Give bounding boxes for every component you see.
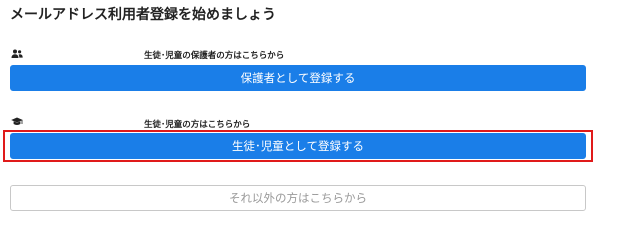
- register-as-guardian-button[interactable]: 保護者として登録する: [10, 65, 586, 91]
- guardian-section-label: 生徒･児童の保護者の方はこちらから: [144, 51, 285, 61]
- graduation-cap-icon: [11, 117, 23, 125]
- page-title: メールアドレス利用者登録を始めましょう: [10, 7, 276, 23]
- register-as-student-button[interactable]: 生徒･児童として登録する: [10, 133, 586, 159]
- registration-page: メールアドレス利用者登録を始めましょう 生徒･児童の保護者の方はこちらから 保護…: [0, 0, 632, 223]
- users-icon: [11, 49, 23, 58]
- student-section-label: 生徒･児童の方はこちらから: [144, 120, 251, 130]
- register-other-button[interactable]: それ以外の方はこちらから: [10, 185, 586, 211]
